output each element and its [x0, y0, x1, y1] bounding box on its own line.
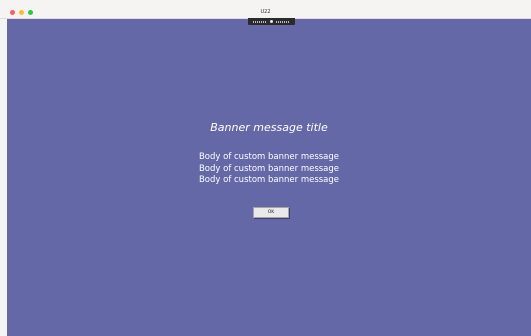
- ok-button[interactable]: OK: [253, 207, 289, 218]
- banner-body-line: Body of custom banner message: [198, 163, 340, 174]
- pin-icon[interactable]: [270, 20, 273, 23]
- title-bar: U22: [0, 0, 531, 19]
- app-window: U22 Banner message title Body of custom …: [0, 0, 531, 336]
- left-edge-strip: [0, 19, 7, 336]
- banner-body: Body of custom banner message Body of cu…: [7, 152, 531, 187]
- banner-body-line: Body of custom banner message: [198, 175, 340, 185]
- grip-left-icon: [253, 20, 267, 23]
- banner-body-line: Body of custom banner message: [198, 152, 340, 162]
- banner-title: Banner message title: [210, 121, 328, 134]
- floating-toolbar[interactable]: [248, 18, 295, 25]
- window-title: U22: [260, 9, 271, 15]
- grip-right-icon: [276, 20, 290, 23]
